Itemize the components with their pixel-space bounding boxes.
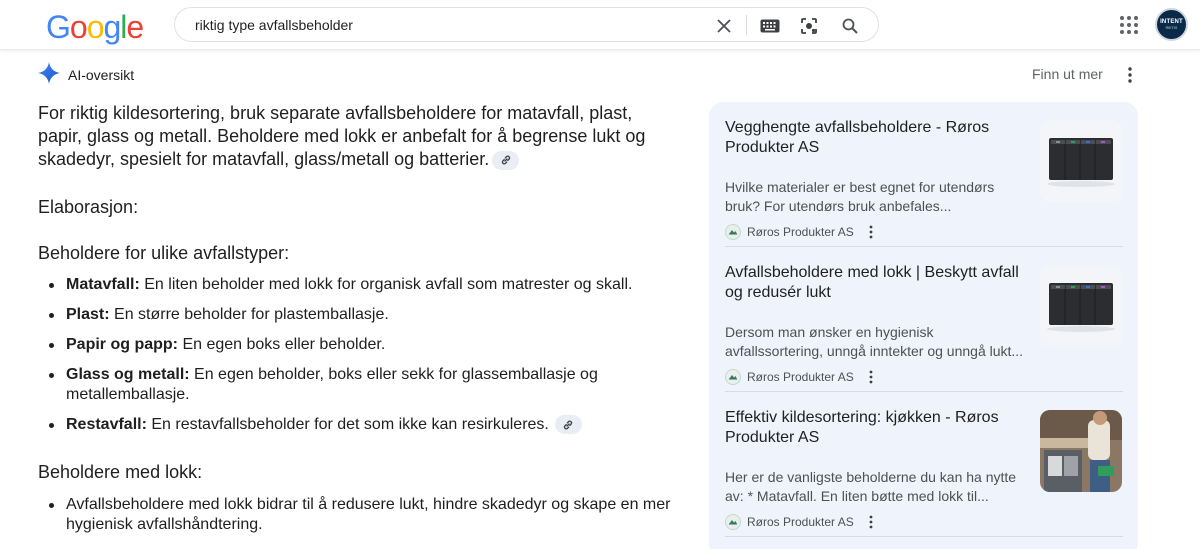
heading-elaboration: Elaborasjon: <box>38 197 139 217</box>
header: Google INTENT RIKTIG <box>0 0 1200 50</box>
search-box <box>174 7 879 42</box>
site-favicon-icon <box>725 224 741 240</box>
bins-thumbnail[interactable] <box>1040 265 1122 347</box>
source-snippet: Her er de vanligste beholderne du kan ha… <box>725 469 1017 504</box>
sources-panel: Vegghengte avfallsbeholdere - Røros Prod… <box>709 102 1138 549</box>
intro-paragraph: For riktig kildesortering, bruk separate… <box>38 103 646 170</box>
link-icon[interactable] <box>492 150 520 170</box>
ai-overview-title: AI-oversikt <box>68 67 135 83</box>
site-favicon-icon <box>725 369 741 385</box>
divider <box>725 246 1123 247</box>
search-divider <box>746 15 747 35</box>
learn-more-link[interactable]: Finn ut mer <box>1032 66 1103 82</box>
more-vert-icon[interactable] <box>866 515 876 529</box>
avatar[interactable]: INTENT RIKTIG <box>1155 8 1188 41</box>
source-site: Røros Produkter AS <box>725 224 876 240</box>
container-types-list: Matavfall: En liten beholder med lokk fo… <box>38 275 678 445</box>
source-title[interactable]: Avfallsbeholdere med lokk | Beskytt avfa… <box>725 263 1030 303</box>
site-favicon-icon <box>725 514 741 530</box>
list-item: Matavfall: En liten beholder med lokk fo… <box>38 275 678 295</box>
list-item: Plast: En større beholder for plastembal… <box>38 305 678 325</box>
source-title[interactable]: Effektiv kildesortering: kjøkken - Røros… <box>725 408 1030 448</box>
source-site: Røros Produkter AS <box>725 369 876 385</box>
more-vert-icon[interactable] <box>1124 66 1136 84</box>
bins-thumbnail[interactable] <box>1040 120 1122 202</box>
list-item: Avfallsbeholdere med lokk bidrar til å r… <box>38 495 678 535</box>
divider <box>725 391 1123 392</box>
keyboard-icon[interactable] <box>760 16 780 36</box>
search-icon[interactable] <box>840 16 860 36</box>
lens-icon[interactable] <box>799 16 819 36</box>
source-site: Røros Produkter AS <box>725 514 876 530</box>
apps-icon[interactable] <box>1119 15 1139 35</box>
list-item: Restavfall: En restavfallsbeholder for d… <box>38 415 678 435</box>
ai-overview-body: For riktig kildesortering, bruk separate… <box>38 102 678 533</box>
source-title[interactable]: Vegghengte avfallsbeholdere - Røros Prod… <box>725 118 1030 158</box>
divider <box>725 536 1123 537</box>
link-icon[interactable] <box>554 415 582 435</box>
more-vert-icon[interactable] <box>866 225 876 239</box>
search-input[interactable] <box>195 15 715 35</box>
clear-icon[interactable] <box>714 16 734 36</box>
google-logo[interactable]: Google <box>46 9 144 45</box>
sparkle-icon <box>38 61 60 89</box>
ai-overview-header: AI-oversikt <box>38 61 135 89</box>
more-vert-icon[interactable] <box>866 370 876 384</box>
heading-lids: Beholdere med lokk: <box>38 462 203 482</box>
lids-list: Avfallsbeholdere med lokk bidrar til å r… <box>38 495 678 545</box>
kitchen-thumbnail[interactable] <box>1040 410 1122 492</box>
list-item: Papir og papp: En egen boks eller behold… <box>38 335 678 355</box>
source-snippet: Hvilke materialer er best egnet for uten… <box>725 179 995 214</box>
source-snippet: Dersom man ønsker en hygienisk avfallsso… <box>725 324 1024 359</box>
heading-container-types: Beholdere for ulike avfallstyper: <box>38 243 290 263</box>
list-item: Glass og metall: En egen beholder, boks … <box>38 365 678 405</box>
